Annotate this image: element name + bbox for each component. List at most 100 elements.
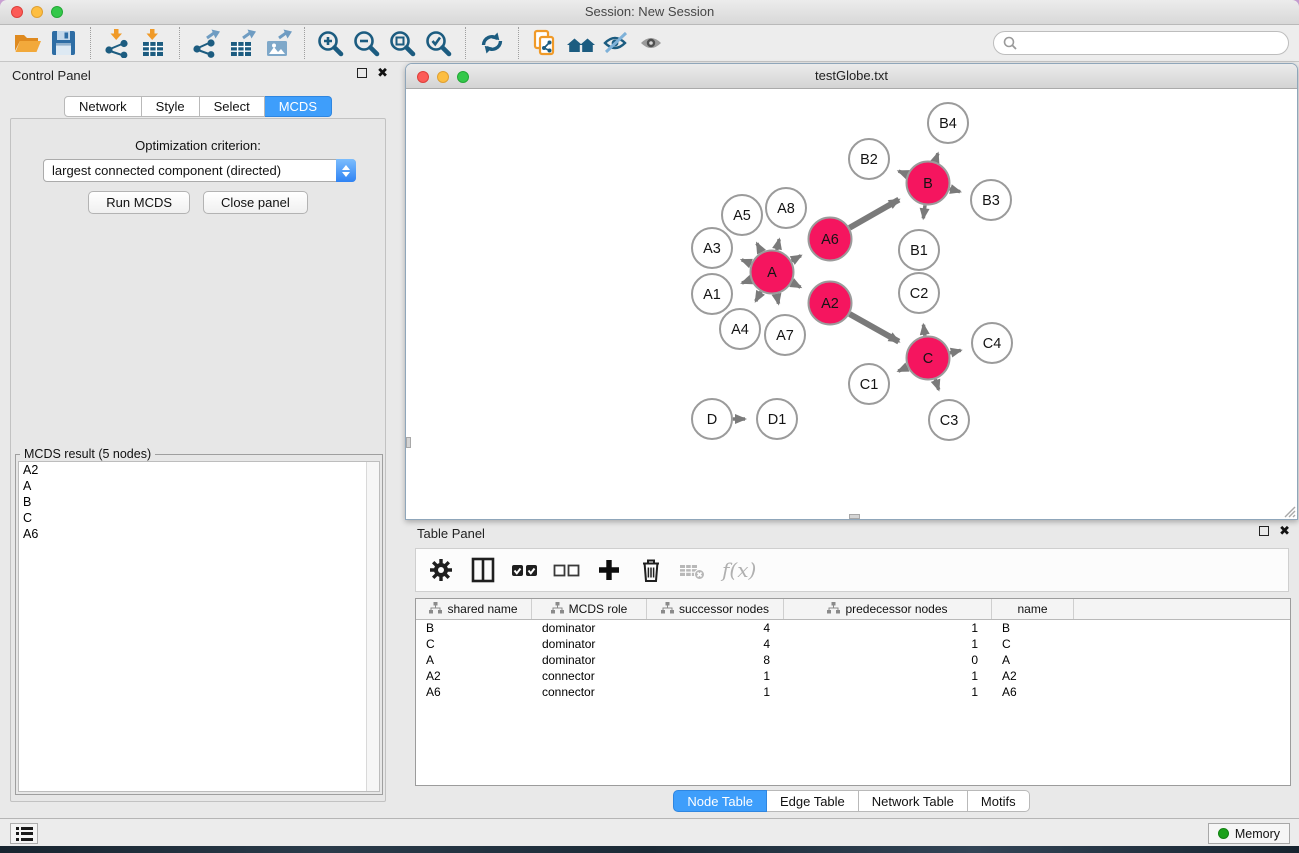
column-header-shared-name[interactable]: shared name <box>416 599 532 619</box>
table-row[interactable]: Cdominator41C <box>416 636 1290 652</box>
graph-node-A5[interactable]: A5 <box>722 195 762 235</box>
graph-node-A1[interactable]: A1 <box>692 274 732 314</box>
result-list-scrollbar[interactable] <box>366 462 379 791</box>
graph-edge-C-C4[interactable] <box>950 350 961 353</box>
graph-edge-A-A8[interactable] <box>777 239 779 250</box>
export-table-icon[interactable] <box>224 27 260 59</box>
select-all-icon[interactable] <box>508 553 542 587</box>
graph-node-C2[interactable]: C2 <box>899 273 939 313</box>
graph-node-B[interactable]: B <box>907 162 950 205</box>
task-list-icon[interactable] <box>10 823 38 844</box>
graph-edge-A-A2[interactable] <box>792 283 801 288</box>
column-header-MCDS-role[interactable]: MCDS role <box>532 599 647 619</box>
graph-node-A6[interactable]: A6 <box>809 218 852 261</box>
network-canvas[interactable]: B4B2BB3A5A8A6B1A3AA1C2A2A4A7CC4C1C3DD1 <box>407 90 1296 519</box>
graph-edge-B-B1[interactable] <box>923 205 925 218</box>
vertical-scrollbar-thumb[interactable] <box>406 437 411 448</box>
show-all-networks-icon[interactable] <box>563 27 599 59</box>
graph-edge-B-B4[interactable] <box>935 153 938 161</box>
delete-column-icon[interactable] <box>634 553 668 587</box>
tab-network-table[interactable]: Network Table <box>859 790 968 812</box>
graph-edge-C-C1[interactable] <box>898 367 907 371</box>
mcds-result-item[interactable]: A6 <box>19 526 379 542</box>
zoom-in-icon[interactable] <box>313 27 349 59</box>
graph-node-C1[interactable]: C1 <box>849 364 889 404</box>
graph-node-A[interactable]: A <box>751 251 794 294</box>
graph-edge-A-A4[interactable] <box>756 292 761 302</box>
graph-node-C4[interactable]: C4 <box>972 323 1012 363</box>
column-header-predecessor-nodes[interactable]: predecessor nodes <box>784 599 992 619</box>
show-view-icon[interactable] <box>635 27 671 59</box>
deselect-all-icon[interactable] <box>550 553 584 587</box>
mcds-result-item[interactable]: B <box>19 494 379 510</box>
close-panel-button[interactable]: Close panel <box>203 191 308 214</box>
table-row[interactable]: Adominator80A <box>416 652 1290 668</box>
mcds-result-item[interactable]: A <box>19 478 379 494</box>
column-header-successor-nodes[interactable]: successor nodes <box>647 599 784 619</box>
tab-select[interactable]: Select <box>200 96 265 117</box>
tab-motifs[interactable]: Motifs <box>968 790 1030 812</box>
float-panel-icon[interactable] <box>357 68 367 78</box>
graph-edge-A6-B[interactable] <box>850 200 899 228</box>
import-network-icon[interactable] <box>99 27 135 59</box>
column-visibility-icon[interactable] <box>466 553 500 587</box>
graph-node-A4[interactable]: A4 <box>720 309 760 349</box>
graph-node-A3[interactable]: A3 <box>692 228 732 268</box>
zoom-selected-icon[interactable] <box>421 27 457 59</box>
graph-node-A2[interactable]: A2 <box>809 282 852 325</box>
mcds-result-item[interactable]: A2 <box>19 462 379 478</box>
zoom-out-icon[interactable] <box>349 27 385 59</box>
close-table-panel-icon[interactable]: ✖ <box>1279 526 1290 536</box>
float-table-panel-icon[interactable] <box>1259 526 1269 536</box>
run-mcds-button[interactable]: Run MCDS <box>88 191 190 214</box>
graph-node-B2[interactable]: B2 <box>849 139 889 179</box>
export-image-icon[interactable] <box>260 27 296 59</box>
graph-node-C3[interactable]: C3 <box>929 400 969 440</box>
column-header-name[interactable]: name <box>992 599 1074 619</box>
tab-edge-table[interactable]: Edge Table <box>767 790 859 812</box>
close-panel-icon[interactable]: ✖ <box>377 68 388 78</box>
graph-edge-A-A1[interactable] <box>742 280 751 283</box>
graph-node-B1[interactable]: B1 <box>899 230 939 270</box>
network-graph[interactable]: B4B2BB3A5A8A6B1A3AA1C2A2A4A7CC4C1C3DD1 <box>407 90 1296 519</box>
tab-network[interactable]: Network <box>64 96 142 117</box>
graph-edge-A-A3[interactable] <box>742 260 751 264</box>
search-field[interactable] <box>993 31 1289 55</box>
graph-node-D1[interactable]: D1 <box>757 399 797 439</box>
tab-style[interactable]: Style <box>142 96 200 117</box>
clone-network-icon[interactable] <box>527 27 563 59</box>
refresh-icon[interactable] <box>474 27 510 59</box>
open-file-icon[interactable] <box>10 27 46 59</box>
import-table-icon[interactable] <box>135 27 171 59</box>
graph-node-B3[interactable]: B3 <box>971 180 1011 220</box>
graph-node-A7[interactable]: A7 <box>765 315 805 355</box>
export-network-icon[interactable] <box>188 27 224 59</box>
tab-node-table[interactable]: Node Table <box>673 790 767 812</box>
graph-node-D[interactable]: D <box>692 399 732 439</box>
horizontal-scrollbar-thumb[interactable] <box>849 514 860 519</box>
memory-button[interactable]: Memory <box>1208 823 1290 844</box>
graph-edge-B-B2[interactable] <box>899 171 908 174</box>
graph-node-C[interactable]: C <box>907 337 950 380</box>
graph-edge-A-A6[interactable] <box>792 256 801 261</box>
tab-mcds[interactable]: MCDS <box>265 96 332 117</box>
graph-edge-B-B3[interactable] <box>950 189 960 192</box>
hide-view-icon[interactable] <box>599 27 635 59</box>
table-settings-icon[interactable] <box>424 553 458 587</box>
graph-edge-A2-C[interactable] <box>850 314 899 342</box>
table-row[interactable]: A2connector11A2 <box>416 668 1290 684</box>
graph-edge-A-A7[interactable] <box>777 294 779 304</box>
network-window-titlebar[interactable]: testGlobe.txt <box>406 64 1297 89</box>
resize-grip-icon[interactable] <box>1282 504 1296 518</box>
graph-edge-C-C3[interactable] <box>935 379 939 389</box>
graph-edge-C-C2[interactable] <box>923 325 925 336</box>
zoom-fit-icon[interactable] <box>385 27 421 59</box>
optimization-criterion-select[interactable]: largest connected component (directed) <box>43 159 356 182</box>
table-row[interactable]: Bdominator41B <box>416 620 1290 636</box>
table-row[interactable]: A6connector11A6 <box>416 684 1290 700</box>
graph-node-A8[interactable]: A8 <box>766 188 806 228</box>
graph-edge-A-A5[interactable] <box>757 243 762 252</box>
save-session-icon[interactable] <box>46 27 82 59</box>
add-column-icon[interactable] <box>592 553 626 587</box>
search-input[interactable] <box>1018 34 1288 52</box>
